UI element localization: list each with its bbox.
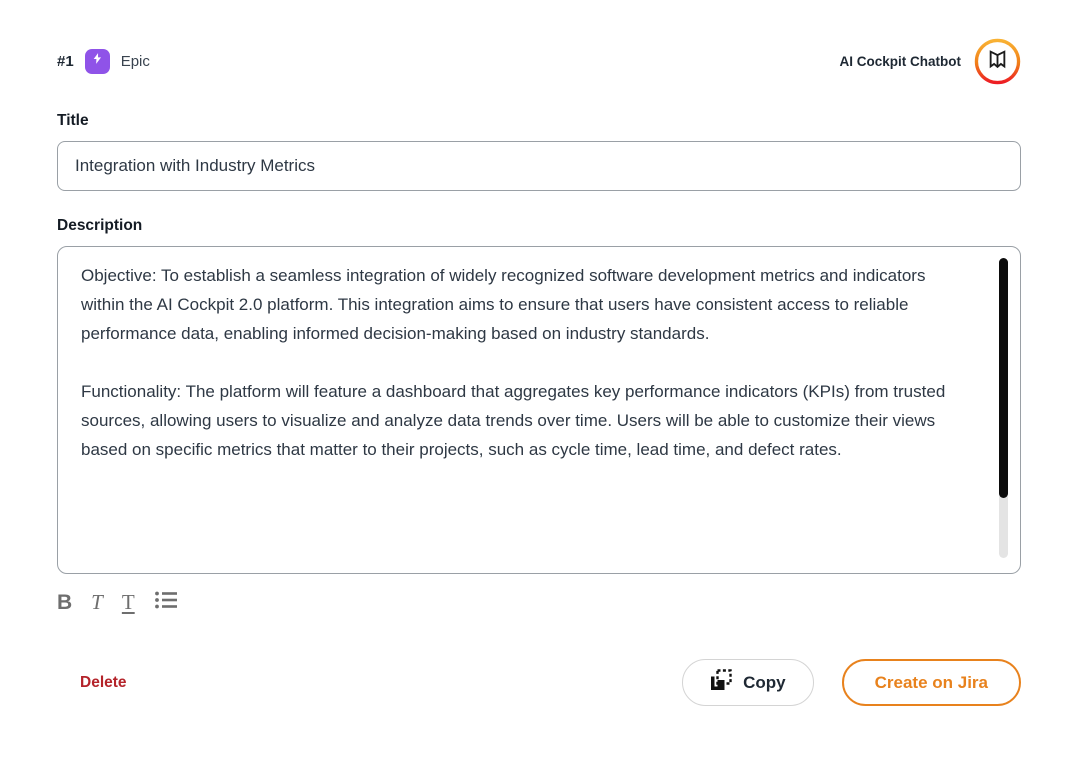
scrollbar-thumb[interactable] [999, 258, 1008, 498]
issue-meta: #1 Epic [57, 49, 150, 74]
underline-button[interactable]: T [122, 592, 135, 613]
italic-button[interactable]: T [91, 592, 103, 613]
issue-editor-panel: #1 Epic AI Cockpit Chatbot [0, 0, 1083, 706]
create-on-jira-button[interactable]: Create on Jira [842, 659, 1021, 706]
description-label: Description [57, 217, 1021, 235]
scrollbar-track[interactable] [999, 258, 1008, 558]
app-branding: AI Cockpit Chatbot [840, 38, 1022, 85]
delete-button[interactable]: Delete [80, 674, 127, 692]
copy-icon [710, 669, 732, 696]
chatbot-logo-icon [974, 38, 1021, 85]
copy-button[interactable]: Copy [682, 659, 814, 706]
description-textarea[interactable]: Objective: To establish a seamless integ… [57, 246, 1021, 574]
header: #1 Epic AI Cockpit Chatbot [57, 36, 1021, 86]
lightning-bolt-icon [91, 52, 104, 70]
copy-button-label: Copy [743, 673, 786, 693]
title-input[interactable] [57, 141, 1021, 191]
formatting-toolbar: B T T [57, 587, 1021, 617]
bullet-list-button[interactable] [154, 589, 179, 615]
description-paragraph: Functionality: The platform will feature… [81, 377, 968, 464]
description-paragraph: Objective: To establish a seamless integ… [81, 261, 968, 348]
action-buttons: Copy Create on Jira [682, 659, 1021, 706]
issue-number: #1 [57, 53, 74, 70]
footer-actions: Delete Copy Create on Jira [57, 659, 1021, 706]
app-name: AI Cockpit Chatbot [840, 54, 962, 69]
issue-type-label: Epic [121, 53, 150, 70]
bold-button[interactable]: B [57, 592, 72, 613]
epic-type-badge [85, 49, 110, 74]
title-label: Title [57, 112, 1021, 130]
bullet-list-icon [154, 593, 179, 616]
